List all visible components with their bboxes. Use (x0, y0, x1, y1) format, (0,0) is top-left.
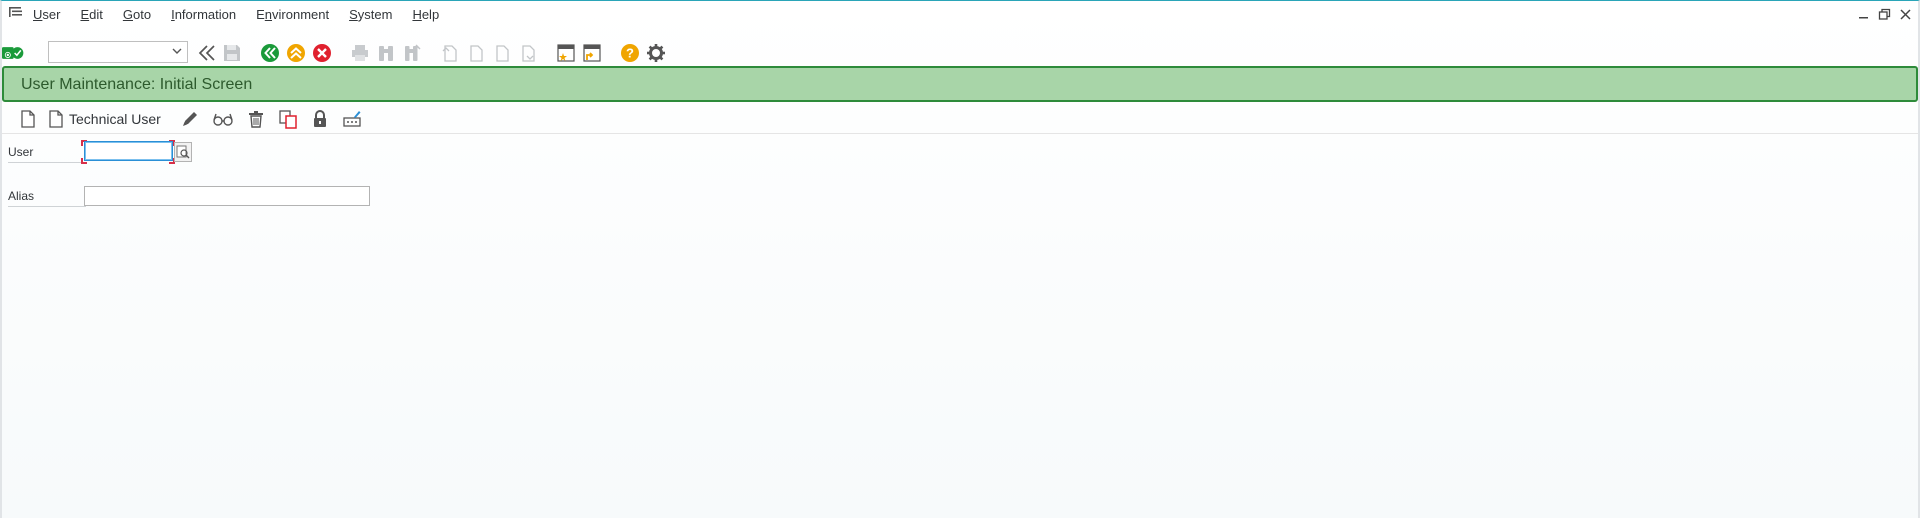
menu-system[interactable]: System (349, 7, 392, 22)
trash-icon (249, 111, 263, 128)
restore-icon[interactable] (1878, 8, 1891, 21)
user-input[interactable] (84, 141, 173, 161)
gear-icon (647, 44, 665, 62)
first-page-button[interactable] (439, 42, 461, 64)
help-icon: ? (621, 44, 639, 62)
pencil-icon (183, 112, 197, 126)
create-technical-user-button[interactable]: Technical User (47, 108, 161, 130)
last-page-icon (522, 45, 535, 62)
cancel-icon (313, 44, 331, 62)
enter-icon (2, 47, 24, 59)
minimize-icon[interactable] (1857, 8, 1870, 21)
menu-bar: User Edit Goto Information Environment S… (0, 0, 1920, 30)
value-help-icon (176, 145, 190, 159)
enter-button[interactable] (2, 42, 24, 64)
new-document-icon (21, 110, 35, 128)
find-next-icon (405, 44, 421, 61)
collapse-toolbar-button[interactable] (196, 42, 218, 64)
technical-user-label: Technical User (69, 111, 161, 127)
back-icon (261, 44, 279, 62)
help-button[interactable]: ? (619, 42, 641, 64)
menu-icon[interactable] (8, 6, 24, 20)
command-input[interactable] (49, 42, 167, 62)
chevron-down-icon[interactable] (171, 45, 183, 57)
customize-layout-button[interactable] (645, 42, 667, 64)
binoculars-icon (379, 46, 393, 61)
delete-button[interactable] (246, 108, 266, 130)
generate-shortcut-button[interactable] (581, 42, 603, 64)
lock-unlock-button[interactable] (310, 108, 330, 130)
next-page-icon (496, 45, 509, 62)
cancel-button[interactable] (311, 42, 333, 64)
menu-information[interactable]: Information (171, 7, 236, 22)
close-icon[interactable] (1899, 8, 1912, 21)
copy-icon (279, 110, 297, 129)
page-title: User Maintenance: Initial Screen (21, 76, 253, 93)
back-button[interactable] (259, 42, 281, 64)
new-session-button[interactable] (555, 42, 577, 64)
save-icon (224, 45, 240, 61)
window-controls (1857, 8, 1912, 21)
menu-edit[interactable]: Edit (80, 7, 102, 22)
glasses-icon (213, 113, 233, 126)
new-document-icon (49, 110, 63, 128)
last-page-button[interactable] (517, 42, 539, 64)
first-page-icon (442, 45, 457, 62)
alias-label: Alias (8, 189, 86, 207)
change-password-button[interactable] (342, 108, 362, 130)
password-change-icon (343, 111, 361, 127)
double-chevron-left-icon (198, 45, 215, 61)
display-button[interactable] (212, 108, 234, 130)
shortcut-icon (583, 44, 601, 62)
menu-help[interactable]: Help (412, 7, 439, 22)
menu-user[interactable]: User (33, 7, 60, 22)
new-session-icon (557, 44, 575, 62)
find-next-button[interactable] (401, 42, 423, 64)
exit-button[interactable] (285, 42, 307, 64)
application-toolbar: Technical User (2, 104, 1918, 134)
exit-icon (287, 44, 305, 62)
command-field[interactable] (48, 41, 188, 63)
menu-goto[interactable]: Goto (123, 7, 151, 22)
value-help-button[interactable] (174, 142, 192, 162)
next-page-button[interactable] (491, 42, 513, 64)
copy-button[interactable] (278, 108, 298, 130)
print-icon (352, 45, 368, 61)
change-button[interactable] (180, 108, 200, 130)
menu-items: User Edit Goto Information Environment S… (33, 7, 459, 22)
print-button[interactable] (349, 42, 371, 64)
title-bar: User Maintenance: Initial Screen (2, 66, 1918, 102)
create-button[interactable] (19, 108, 37, 130)
menu-environment[interactable]: Environment (256, 7, 329, 22)
lock-icon (314, 110, 326, 127)
user-label: User (8, 145, 86, 163)
previous-page-button[interactable] (465, 42, 487, 64)
save-button[interactable] (221, 42, 243, 64)
svg-text:?: ? (626, 46, 634, 61)
previous-page-icon (470, 45, 483, 62)
find-button[interactable] (375, 42, 397, 64)
alias-input[interactable] (84, 186, 370, 206)
